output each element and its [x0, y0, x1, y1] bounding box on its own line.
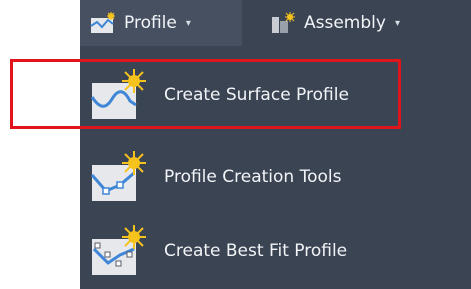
chevron-down-icon: ▾ — [394, 17, 400, 29]
tab-assembly-label: Assembly — [304, 13, 386, 33]
ribbon-panel: Profile ▾ Assembly ▾ Create Surface Prof… — [80, 0, 471, 289]
profile-icon — [90, 12, 115, 33]
ribbon-tab-bar: Profile ▾ Assembly ▾ — [80, 0, 471, 46]
highlight-box — [10, 59, 401, 129]
tab-profile[interactable]: Profile ▾ — [90, 0, 191, 46]
menu-item-label: Profile Creation Tools — [164, 167, 342, 187]
chevron-down-icon: ▾ — [185, 17, 191, 29]
tab-assembly[interactable]: Assembly ▾ — [270, 0, 400, 46]
menu-item-profile-creation-tools[interactable]: Profile Creation Tools — [80, 138, 471, 216]
best-fit-profile-icon — [92, 225, 146, 275]
assembly-icon — [272, 12, 295, 33]
menu-item-label: Create Best Fit Profile — [164, 241, 348, 261]
menu-item-create-best-fit-profile[interactable]: Create Best Fit Profile — [80, 212, 471, 289]
page: Profile ▾ Assembly ▾ Create Surface Prof… — [0, 0, 471, 289]
profile-creation-tools-icon — [90, 151, 146, 201]
tab-profile-label: Profile — [124, 13, 177, 33]
